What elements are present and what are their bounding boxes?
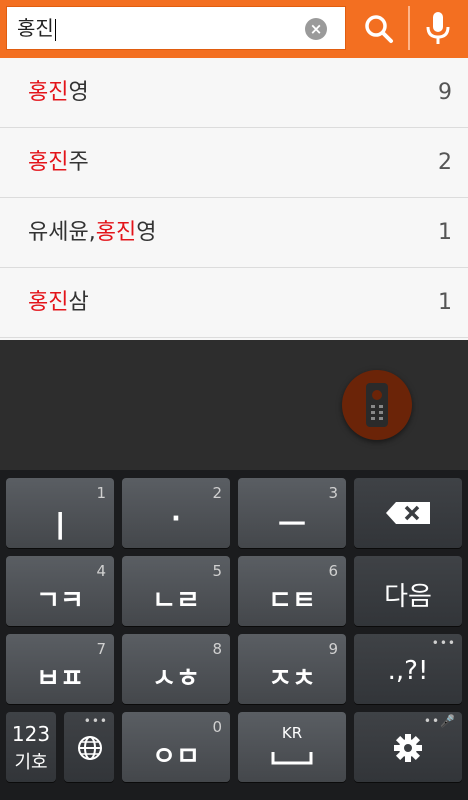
key-number: 9 — [328, 640, 338, 658]
key-label: ㄴㄹ — [152, 586, 200, 616]
voice-search-button[interactable] — [412, 6, 466, 50]
key-number: 1 — [96, 484, 106, 502]
suggestion-item[interactable]: 유세윤,홍진영 1 — [0, 198, 468, 268]
key-label: ㄱㅋ — [36, 586, 84, 616]
key-label: ㅡ — [278, 508, 306, 543]
key-label: ㅇㅁ — [152, 742, 200, 772]
suggestion-count: 1 — [438, 290, 452, 315]
suggestion-rest: 삼 — [68, 290, 89, 315]
remote-control-button[interactable] — [342, 370, 412, 440]
key-7[interactable]: 7 ㅂㅍ — [6, 634, 114, 704]
key-3[interactable]: 3 ㅡ — [238, 478, 346, 548]
key-label: 다음 — [384, 582, 432, 612]
key-2[interactable]: 2 · — [122, 478, 230, 548]
space-key[interactable]: KR — [238, 712, 346, 782]
suggestion-count: 2 — [438, 150, 452, 175]
key-number: 5 — [212, 562, 222, 580]
suggestion-prefix: 유세윤, — [28, 220, 96, 245]
remote-icon — [366, 383, 388, 427]
more-options-icon: ••• — [83, 714, 108, 728]
more-options-icon: ••🎤 — [423, 714, 456, 728]
settings-key[interactable]: ••🎤 — [354, 712, 462, 782]
microphone-icon — [426, 12, 450, 44]
suggestion-item[interactable]: 홍진주 2 — [0, 128, 468, 198]
search-icon — [365, 15, 393, 43]
key-4[interactable]: 4 ㄱㅋ — [6, 556, 114, 626]
backspace-icon — [386, 502, 430, 524]
search-query: 홍진 — [17, 16, 54, 40]
symbols-key[interactable]: 123 기호 — [6, 712, 56, 782]
korean-keyboard: 1 ㅣ 2 · 3 ㅡ 4 ㄱㅋ 5 ㄴㄹ 6 ㄷㅌ 다음 7 ㅂㅍ 8 ㅅㅎ — [0, 470, 468, 800]
key-number: 6 — [328, 562, 338, 580]
key-label: 123 — [11, 722, 51, 746]
key-sublabel: 기호 — [14, 752, 48, 773]
key-9[interactable]: 9 ㅈㅊ — [238, 634, 346, 704]
language-key[interactable]: ••• — [64, 712, 114, 782]
suggestion-rest: 영 — [136, 220, 157, 245]
backspace-key[interactable] — [354, 478, 462, 548]
suggestion-rest: 주 — [68, 150, 89, 175]
suggestion-match: 홍진 — [28, 80, 69, 105]
key-number: 8 — [212, 640, 222, 658]
suggestion-rest: 영 — [68, 80, 89, 105]
suggestion-count: 9 — [438, 80, 452, 105]
globe-icon — [78, 736, 102, 760]
space-language-label: KR — [281, 724, 303, 742]
key-label: ㅈㅊ — [268, 664, 316, 694]
key-label: ㄷㅌ — [268, 586, 316, 616]
suggestion-match: 홍진 — [28, 150, 69, 175]
key-label: · — [171, 504, 181, 534]
key-5[interactable]: 5 ㄴㄹ — [122, 556, 230, 626]
toolbar-divider — [408, 6, 410, 50]
space-icon — [271, 752, 313, 765]
suggestion-count: 1 — [438, 220, 452, 245]
key-8[interactable]: 8 ㅅㅎ — [122, 634, 230, 704]
key-label: ㅣ — [46, 510, 74, 545]
search-input[interactable]: 홍진 × — [6, 6, 346, 50]
clear-icon[interactable]: × — [305, 18, 327, 40]
punctuation-key[interactable]: ••• .,?! — [354, 634, 462, 704]
key-label: ㅂㅍ — [36, 664, 84, 694]
suggestion-match: 홍진 — [95, 220, 137, 245]
suggestion-match: 홍진 — [28, 290, 69, 315]
suggestion-list: 홍진영 9 홍진주 2 유세윤,홍진영 1 홍진삼 1 — [0, 58, 468, 340]
key-number: 4 — [96, 562, 106, 580]
key-number: 0 — [212, 718, 222, 736]
key-0[interactable]: 0 ㅇㅁ — [122, 712, 230, 782]
key-number: 2 — [212, 484, 222, 502]
key-6[interactable]: 6 ㄷㅌ — [238, 556, 346, 626]
gear-icon — [394, 734, 422, 762]
key-number: 7 — [96, 640, 106, 658]
key-label: ㅅㅎ — [152, 664, 200, 694]
text-caret — [54, 18, 56, 41]
key-1[interactable]: 1 ㅣ — [6, 478, 114, 548]
more-options-icon: ••• — [431, 636, 456, 650]
suggestion-item[interactable]: 홍진삼 1 — [0, 268, 468, 338]
key-label: .,?! — [387, 656, 429, 686]
next-key[interactable]: 다음 — [354, 556, 462, 626]
search-bar: 홍진 × — [0, 0, 468, 58]
suggestion-item[interactable]: 홍진영 9 — [0, 58, 468, 128]
search-button[interactable] — [352, 6, 406, 50]
